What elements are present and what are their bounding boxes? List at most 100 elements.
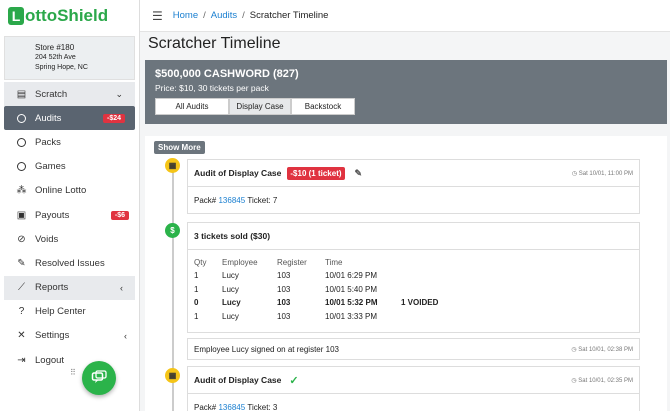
hamburger-menu-icon[interactable]: ☰ bbox=[152, 9, 163, 23]
note-cell bbox=[401, 283, 438, 297]
audit-card: Audit of Display Case -$10 (1 ticket) ✎ … bbox=[187, 159, 640, 214]
edit-pencil-icon[interactable]: ✎ bbox=[355, 168, 363, 179]
sidebar-item-help-center[interactable]: ? Help Center bbox=[0, 300, 139, 324]
pencil-icon: ✎ bbox=[17, 257, 26, 269]
sidebar-item-resolved-issues[interactable]: ✎ Resolved Issues bbox=[0, 251, 139, 275]
breadcrumb-current: Scratcher Timeline bbox=[249, 10, 329, 21]
wrench-icon: ✕ bbox=[17, 330, 26, 342]
table-row: 1 Lucy 103 10/01 6:29 PM bbox=[194, 269, 438, 283]
signon-timestamp-text: Sat 10/01, 02:38 PM bbox=[578, 346, 633, 353]
note-cell bbox=[401, 269, 438, 283]
time-cell: 10/01 6:29 PM bbox=[325, 271, 378, 281]
audits-badge: -$24 bbox=[102, 113, 125, 123]
location-tabs: All Audits Display Case Backstock bbox=[155, 98, 667, 115]
breadcrumb-separator: / bbox=[203, 10, 206, 21]
tab-backstock[interactable]: Backstock bbox=[291, 98, 355, 115]
game-price: Price: $10, 30 tickets per pack bbox=[155, 83, 269, 93]
sidebar-item-settings[interactable]: ✕ Settings ‹ bbox=[0, 324, 139, 348]
sidebar-nav: ▤ Scratch ⌄ Audits -$24 Packs Games ⁂ Online… bbox=[0, 82, 139, 372]
employee-cell: Lucy bbox=[222, 271, 239, 281]
store-address-line2: Spring Hope, NC bbox=[35, 64, 88, 71]
sidebar-item-label: Reports bbox=[35, 282, 69, 294]
employee-cell: Lucy bbox=[222, 284, 239, 294]
pack-link[interactable]: 136845 bbox=[218, 403, 245, 411]
chat-button[interactable] bbox=[82, 361, 116, 395]
time-cell: 10/01 5:32 PM bbox=[325, 298, 378, 308]
sidebar-item-games[interactable]: Games bbox=[0, 155, 139, 179]
top-bar: ☰ Home / Audits / Scratcher Timeline bbox=[140, 0, 670, 32]
signon-text: Employee Lucy signed on at register 103 bbox=[194, 344, 339, 354]
sidebar-item-payouts[interactable]: ▣ Payouts -$6 bbox=[0, 203, 139, 227]
audit-card-body: Pack# 136845 Ticket: 7 bbox=[188, 187, 639, 214]
breadcrumb: Home / Audits / Scratcher Timeline bbox=[173, 10, 329, 21]
audit-icon: ▦ bbox=[165, 158, 180, 173]
voided-note: 1 VOIDED bbox=[401, 298, 439, 308]
sidebar-item-scratch[interactable]: ▤ Scratch ⌄ bbox=[4, 82, 135, 107]
sidebar-item-label: Games bbox=[35, 161, 66, 173]
audit-card: Audit of Display Case ✓ ◷ Sat 10/01, 02:… bbox=[187, 366, 640, 411]
circle-icon bbox=[16, 162, 27, 172]
sidebar-item-online-lotto[interactable]: ⁂ Online Lotto bbox=[0, 179, 139, 203]
audit-card-header: Audit of Display Case -$10 (1 ticket) ✎ … bbox=[188, 160, 639, 187]
audit-title: Audit of Display Case bbox=[194, 375, 282, 385]
drag-handle-icon[interactable]: ⠿ bbox=[70, 369, 76, 384]
register-cell: 103 bbox=[277, 298, 291, 308]
sidebar-item-voids[interactable]: ⊘ Voids bbox=[0, 227, 139, 251]
tab-display-case[interactable]: Display Case bbox=[229, 98, 291, 115]
audit-timestamp-text: Sat 10/01, 11:00 PM bbox=[578, 170, 633, 177]
sitemap-icon: ⁂ bbox=[16, 185, 27, 197]
circle-icon bbox=[16, 137, 27, 147]
breadcrumb-audits-link[interactable]: Audits bbox=[211, 10, 237, 21]
audit-timestamp: ◷ Sat 10/01, 02:35 PM bbox=[571, 377, 633, 384]
chevron-down-icon: ⌄ bbox=[115, 88, 123, 99]
audit-card-body: Pack# 136845 Ticket: 3 bbox=[188, 394, 639, 411]
ban-icon: ⊘ bbox=[17, 233, 26, 245]
table-row: 1 Lucy 103 10/01 5:40 PM bbox=[194, 283, 438, 297]
audit-timestamp: ◷ Sat 10/01, 11:00 PM bbox=[572, 170, 633, 177]
logo-text: ottoShield bbox=[25, 6, 109, 25]
sidebar-item-label: Packs bbox=[35, 136, 61, 148]
audit-timestamp-text: Sat 10/01, 02:35 PM bbox=[578, 377, 633, 384]
store-name: Store #180 bbox=[35, 43, 75, 52]
signon-event: Employee Lucy signed on at register 103 … bbox=[187, 338, 640, 360]
register-cell: 103 bbox=[277, 284, 291, 294]
checkmark-icon: ✓ bbox=[289, 374, 299, 387]
sidebar-item-reports[interactable]: ⟋ Reports ‹ bbox=[4, 275, 135, 300]
audit-icon: ▦ bbox=[165, 368, 180, 383]
time-cell: 10/01 3:33 PM bbox=[325, 311, 378, 321]
logout-icon: ⇥ bbox=[17, 354, 26, 366]
sidebar-item-label: Online Lotto bbox=[35, 185, 87, 197]
pack-link[interactable]: 136845 bbox=[218, 196, 245, 205]
sales-card-body: Qty Employee Register Time 1 Lucy 103 10/01… bbox=[188, 250, 639, 323]
question-icon: ? bbox=[18, 306, 25, 318]
sidebar-item-label: Logout bbox=[35, 354, 65, 366]
qty-cell: 1 bbox=[194, 284, 199, 294]
qty-cell: 1 bbox=[194, 311, 199, 321]
sales-table: Qty Employee Register Time 1 Lucy 103 10/01… bbox=[194, 255, 438, 323]
breadcrumb-separator: / bbox=[242, 10, 245, 21]
logo[interactable]: LottoShield bbox=[0, 0, 139, 32]
table-row: 0 Lucy 103 10/01 5:32 PM 1 VOIDED bbox=[194, 296, 438, 310]
chat-icon bbox=[91, 370, 107, 383]
column-header: Time bbox=[325, 257, 343, 267]
tab-all-audits[interactable]: All Audits bbox=[155, 98, 229, 115]
employee-cell: Lucy bbox=[222, 311, 239, 321]
sales-card: 3 tickets sold ($30) Qty Employee Regist… bbox=[187, 222, 640, 333]
sidebar-item-packs[interactable]: Packs bbox=[0, 130, 139, 154]
store-card: Store #180 204 52th Ave Spring Hope, NC bbox=[4, 36, 135, 80]
sales-card-header: 3 tickets sold ($30) bbox=[188, 223, 639, 250]
chevron-left-icon: ‹ bbox=[120, 282, 123, 293]
qty-cell: 1 bbox=[194, 271, 199, 281]
game-title: $500,000 CASHWORD (827) bbox=[155, 68, 299, 80]
audit-discrepancy-badge: -$10 (1 ticket) bbox=[287, 166, 345, 180]
sidebar-item-label: Help Center bbox=[35, 306, 86, 318]
sidebar-item-audits[interactable]: Audits -$24 bbox=[4, 106, 135, 131]
sidebar: LottoShield Store #180 204 52th Ave Spri… bbox=[0, 0, 140, 411]
ticket-number: Ticket: 3 bbox=[247, 403, 278, 411]
breadcrumb-home-link[interactable]: Home bbox=[173, 10, 198, 21]
chevron-left-icon: ‹ bbox=[124, 330, 127, 341]
timeline-panel: Show More ▦ Audit of Display Case -$10 (… bbox=[145, 136, 667, 411]
show-more-button[interactable]: Show More bbox=[154, 141, 205, 154]
employee-cell: Lucy bbox=[222, 298, 241, 308]
audit-title: Audit of Display Case bbox=[194, 168, 282, 178]
